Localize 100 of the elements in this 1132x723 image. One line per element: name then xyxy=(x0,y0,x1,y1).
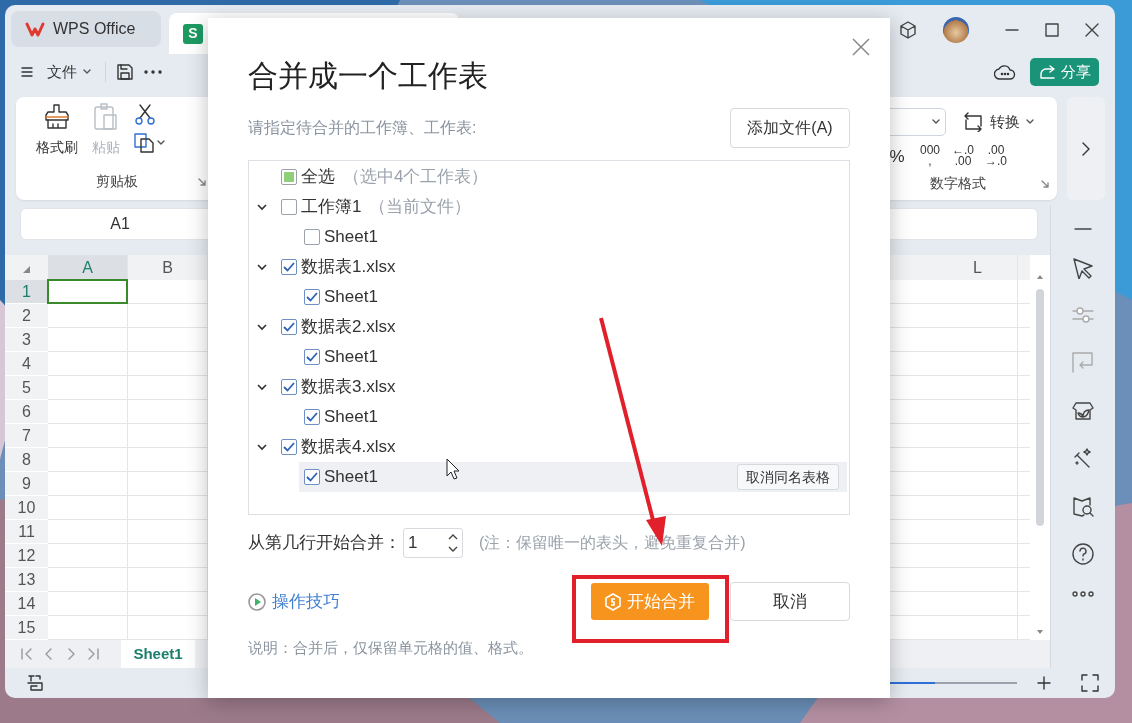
copy-icon[interactable] xyxy=(134,133,154,153)
checkbox[interactable] xyxy=(281,199,297,215)
checkbox[interactable] xyxy=(281,259,297,275)
expand-caret-icon[interactable] xyxy=(257,202,267,212)
row-header[interactable]: 7 xyxy=(5,424,48,448)
row-header[interactable]: 6 xyxy=(5,400,48,424)
format-painter-button[interactable]: 格式刷 xyxy=(36,103,78,158)
tree-row[interactable]: Sheet1 xyxy=(299,222,847,252)
grid-cell[interactable] xyxy=(48,352,128,376)
grid-cell[interactable] xyxy=(938,520,1018,544)
convert-button[interactable]: 转换 xyxy=(958,110,1038,134)
grid-cell[interactable] xyxy=(938,424,1018,448)
wrap-icon[interactable] xyxy=(1072,351,1094,373)
row-header[interactable]: 11 xyxy=(5,520,48,544)
expand-caret-icon[interactable] xyxy=(257,382,267,392)
grid-cell[interactable] xyxy=(938,352,1018,376)
start-row-spinner[interactable]: 1 xyxy=(403,528,463,558)
tree-row[interactable]: Sheet1 xyxy=(299,282,847,312)
tips-link[interactable]: 操作技巧 xyxy=(248,588,340,615)
checkbox[interactable] xyxy=(281,169,297,185)
column-header[interactable]: L xyxy=(938,255,1018,280)
active-cell[interactable] xyxy=(48,280,128,304)
shirt-leaf-icon[interactable] xyxy=(1072,399,1094,421)
grid-cell[interactable] xyxy=(48,304,128,328)
row-header[interactable]: 9 xyxy=(5,472,48,496)
row-header[interactable]: 10 xyxy=(5,496,48,520)
sliders-icon[interactable] xyxy=(1072,305,1094,325)
checkbox[interactable] xyxy=(304,229,320,245)
grid-cell[interactable] xyxy=(938,304,1018,328)
grid-cell[interactable] xyxy=(48,376,128,400)
grid-cell[interactable] xyxy=(938,568,1018,592)
book-search-icon[interactable] xyxy=(1072,495,1094,517)
close-icon[interactable] xyxy=(1085,23,1099,37)
grid-cell[interactable] xyxy=(48,448,128,472)
expand-caret-icon[interactable] xyxy=(257,262,267,272)
grid-cell[interactable] xyxy=(48,520,128,544)
scrollbar-thumb[interactable] xyxy=(1036,289,1044,526)
deselect-duplicates-button[interactable]: 取消同名表格 xyxy=(737,464,839,490)
row-header[interactable]: 4 xyxy=(5,352,48,376)
grid-cell[interactable] xyxy=(48,496,128,520)
tree-row[interactable]: 工作簿1 （当前文件） xyxy=(249,192,847,222)
grid-cell[interactable] xyxy=(48,400,128,424)
number-format-button[interactable]: .00 →.0 xyxy=(983,145,1009,167)
row-header[interactable]: 12 xyxy=(5,544,48,568)
collapse-icon[interactable] xyxy=(1074,227,1092,231)
tree-row[interactable]: 数据表1.xlsx xyxy=(249,252,847,282)
tree-row[interactable]: Sheet1 xyxy=(299,342,847,372)
share-button[interactable]: 分享 xyxy=(1030,58,1099,86)
tree-row[interactable]: 全选 （选中4个工作表） xyxy=(249,162,847,192)
more-icon[interactable] xyxy=(144,70,162,74)
cloud-icon[interactable] xyxy=(994,64,1016,80)
grid-cell[interactable] xyxy=(48,544,128,568)
number-format-button[interactable]: ←.0 .00 xyxy=(950,145,976,167)
row-header[interactable]: 13 xyxy=(5,568,48,592)
grid-cell[interactable] xyxy=(938,472,1018,496)
checkbox[interactable] xyxy=(281,319,297,335)
sheet-tab[interactable]: Sheet1 xyxy=(121,640,195,668)
tree-row[interactable]: 数据表2.xlsx xyxy=(249,312,847,342)
pointer-icon[interactable] xyxy=(1072,257,1094,279)
checkbox[interactable] xyxy=(281,439,297,455)
column-header[interactable]: A xyxy=(48,255,128,280)
grid-cell[interactable] xyxy=(938,280,1018,304)
grid-cell[interactable] xyxy=(938,400,1018,424)
row-header[interactable]: 15 xyxy=(5,616,48,640)
maximize-icon[interactable] xyxy=(1045,23,1059,37)
close-icon[interactable] xyxy=(852,38,870,56)
grid-cell[interactable] xyxy=(48,472,128,496)
tree-row[interactable]: 数据表4.xlsx xyxy=(249,432,847,462)
launcher-icon[interactable] xyxy=(1041,179,1049,188)
launcher-icon[interactable] xyxy=(198,177,206,186)
avatar[interactable] xyxy=(943,17,969,43)
tree-row[interactable]: 数据表3.xlsx xyxy=(249,372,847,402)
more-icon[interactable] xyxy=(1072,591,1094,597)
first-sheet-icon[interactable] xyxy=(21,648,33,660)
grid-cell[interactable] xyxy=(48,328,128,352)
last-sheet-icon[interactable] xyxy=(87,648,99,660)
help-icon[interactable] xyxy=(1072,543,1094,565)
checkbox[interactable] xyxy=(304,409,320,425)
save-icon[interactable] xyxy=(116,63,134,81)
zoom-in-icon[interactable] xyxy=(1037,676,1051,690)
tree-row[interactable]: Sheet1 xyxy=(299,402,847,432)
grid-cell[interactable] xyxy=(48,568,128,592)
home-tab[interactable]: WPS Office xyxy=(11,11,161,47)
grid-cell[interactable] xyxy=(938,592,1018,616)
row-header[interactable]: 1 xyxy=(5,280,48,304)
grid-cell[interactable] xyxy=(938,328,1018,352)
row-header[interactable]: 2 xyxy=(5,304,48,328)
grid-cell[interactable] xyxy=(938,376,1018,400)
row-header[interactable]: 5 xyxy=(5,376,48,400)
grid-cell[interactable] xyxy=(938,448,1018,472)
cut-icon[interactable] xyxy=(134,103,156,125)
grid-cell[interactable] xyxy=(48,592,128,616)
row-header[interactable]: 8 xyxy=(5,448,48,472)
expand-caret-icon[interactable] xyxy=(257,322,267,332)
row-header[interactable]: 3 xyxy=(5,328,48,352)
checkbox[interactable] xyxy=(281,379,297,395)
grid-cell[interactable] xyxy=(938,544,1018,568)
checkbox[interactable] xyxy=(304,289,320,305)
tree-row[interactable]: Sheet1 取消同名表格 xyxy=(299,462,847,492)
cancel-button[interactable]: 取消 xyxy=(730,582,850,621)
